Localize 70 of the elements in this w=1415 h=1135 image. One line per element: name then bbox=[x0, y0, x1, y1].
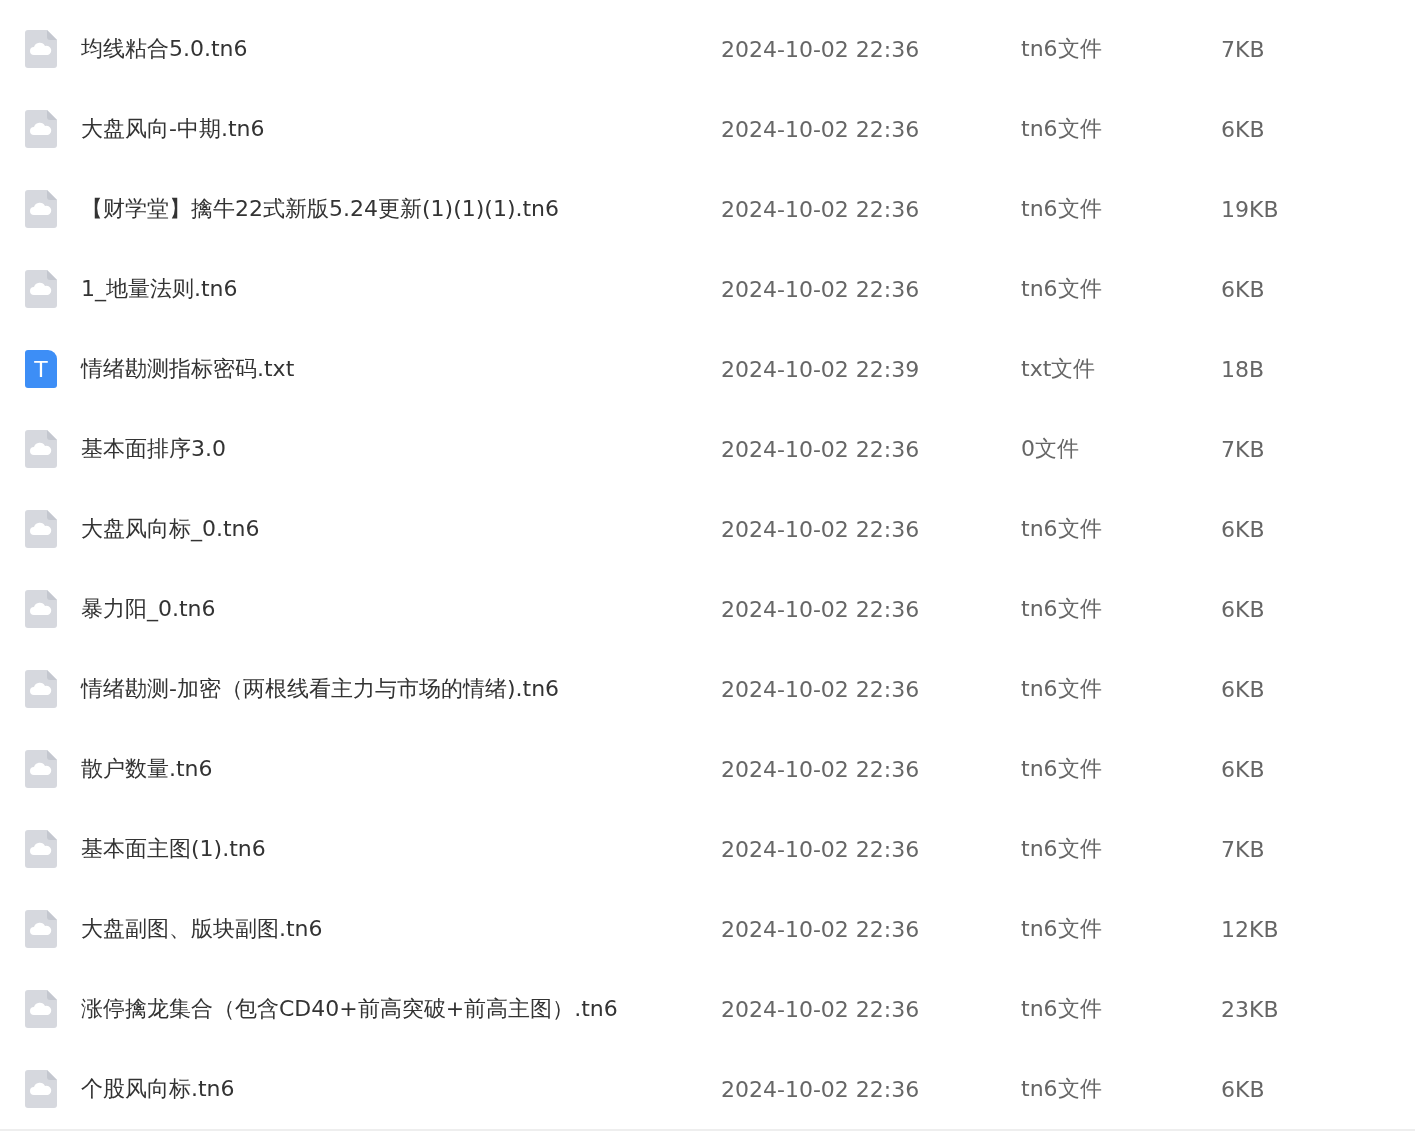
file-type: tn6文件 bbox=[1021, 35, 1103, 63]
modified-date: 2024-10-02 22:39 bbox=[721, 356, 921, 382]
cloud-file-icon bbox=[25, 670, 57, 708]
file-name[interactable]: 大盘风向标_0.tn6 bbox=[81, 514, 721, 544]
cloud-file-icon bbox=[25, 1070, 57, 1108]
file-size: 6KB bbox=[1221, 116, 1265, 142]
file-type: txt文件 bbox=[1021, 355, 1097, 383]
file-type: tn6文件 bbox=[1021, 275, 1103, 303]
modified-date: 2024-10-02 22:36 bbox=[721, 516, 921, 542]
file-size: 7KB bbox=[1221, 436, 1265, 462]
modified-date: 2024-10-02 22:36 bbox=[721, 916, 921, 942]
file-size: 6KB bbox=[1221, 516, 1265, 542]
file-type: tn6文件 bbox=[1021, 995, 1103, 1023]
cloud-file-icon bbox=[25, 510, 57, 548]
cloud-file-icon bbox=[25, 430, 57, 468]
file-name[interactable]: 大盘副图、版块副图.tn6 bbox=[81, 914, 721, 944]
file-type: tn6文件 bbox=[1021, 1075, 1103, 1103]
cloud-file-icon bbox=[25, 30, 57, 68]
file-name[interactable]: 情绪勘测-加密（两根线看主力与市场的情绪).tn6 bbox=[81, 674, 721, 704]
modified-date: 2024-10-02 22:36 bbox=[721, 1076, 921, 1102]
file-name[interactable]: 个股风向标.tn6 bbox=[81, 1074, 721, 1104]
cloud-file-icon bbox=[25, 750, 57, 788]
file-type: tn6文件 bbox=[1021, 755, 1103, 783]
file-size: 6KB bbox=[1221, 756, 1265, 782]
file-type: tn6文件 bbox=[1021, 915, 1103, 943]
file-type: tn6文件 bbox=[1021, 195, 1103, 223]
file-size: 6KB bbox=[1221, 1076, 1265, 1102]
file-name[interactable]: 基本面主图(1).tn6 bbox=[81, 834, 721, 864]
file-type: tn6文件 bbox=[1021, 515, 1103, 543]
modified-date: 2024-10-02 22:36 bbox=[721, 836, 921, 862]
file-name[interactable]: 基本面排序3.0 bbox=[81, 434, 721, 464]
modified-date: 2024-10-02 22:36 bbox=[721, 116, 921, 142]
modified-date: 2024-10-02 22:36 bbox=[721, 436, 921, 462]
modified-date: 2024-10-02 22:36 bbox=[721, 596, 921, 622]
cloud-file-icon bbox=[25, 110, 57, 148]
file-type: tn6文件 bbox=[1021, 115, 1103, 143]
file-name[interactable]: 暴力阳_0.tn6 bbox=[81, 594, 721, 624]
file-size: 12KB bbox=[1221, 916, 1279, 942]
file-size: 23KB bbox=[1221, 996, 1279, 1022]
file-size: 7KB bbox=[1221, 836, 1265, 862]
cloud-file-icon bbox=[25, 990, 57, 1028]
file-size: 6KB bbox=[1221, 596, 1265, 622]
file-size: 6KB bbox=[1221, 276, 1265, 302]
modified-date: 2024-10-02 22:36 bbox=[721, 676, 921, 702]
modified-date: 2024-10-02 22:36 bbox=[721, 196, 921, 222]
modified-date: 2024-10-02 22:36 bbox=[721, 996, 921, 1022]
modified-date: 2024-10-02 22:36 bbox=[721, 36, 921, 62]
file-type: tn6文件 bbox=[1021, 595, 1103, 623]
file-type: tn6文件 bbox=[1021, 835, 1103, 863]
file-name[interactable]: 散户数量.tn6 bbox=[81, 754, 721, 784]
file-type: tn6文件 bbox=[1021, 675, 1103, 703]
cloud-file-icon bbox=[25, 190, 57, 228]
file-name[interactable]: 【财学堂】擒牛22式新版5.24更新(1)(1)(1).tn6 bbox=[81, 194, 721, 224]
cloud-file-icon bbox=[25, 590, 57, 628]
file-size: 19KB bbox=[1221, 196, 1279, 222]
cloud-file-icon bbox=[25, 270, 57, 308]
file-name[interactable]: 均线粘合5.0.tn6 bbox=[81, 34, 721, 64]
text-file-icon: T bbox=[25, 350, 57, 388]
cloud-file-icon bbox=[25, 910, 57, 948]
file-size: 18B bbox=[1221, 356, 1265, 382]
file-type: 0文件 bbox=[1021, 435, 1080, 463]
file-name[interactable]: 涨停擒龙集合（包含CD40+前高突破+前高主图）.tn6 bbox=[81, 994, 721, 1024]
file-name[interactable]: 1_地量法则.tn6 bbox=[81, 274, 721, 304]
cloud-file-icon bbox=[25, 830, 57, 868]
file-name[interactable]: 情绪勘测指标密码.txt bbox=[81, 354, 721, 384]
file-size: 7KB bbox=[1221, 36, 1265, 62]
modified-date: 2024-10-02 22:36 bbox=[721, 756, 921, 782]
file-name[interactable]: 大盘风向-中期.tn6 bbox=[81, 114, 721, 144]
file-size: 6KB bbox=[1221, 676, 1265, 702]
modified-date: 2024-10-02 22:36 bbox=[721, 276, 921, 302]
